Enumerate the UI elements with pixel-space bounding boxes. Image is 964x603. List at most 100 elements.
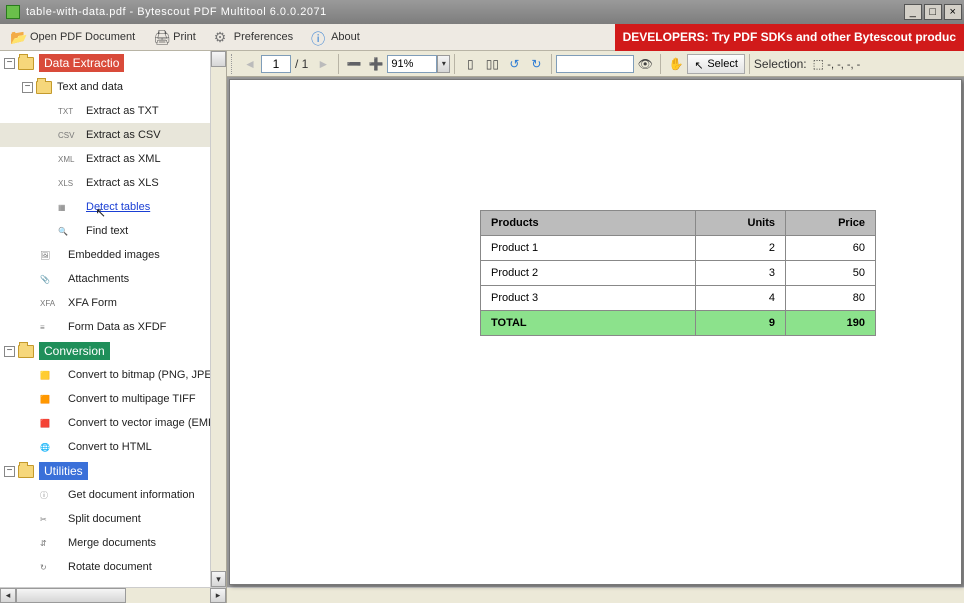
tree-find-text[interactable]: 🔍 Find text: [0, 219, 226, 243]
zoom-input[interactable]: 91%: [387, 55, 437, 73]
info-icon: ⓘ: [40, 489, 62, 502]
prev-page-button[interactable]: ◄: [239, 53, 261, 75]
folder-icon: [18, 345, 34, 358]
tree-conv-html[interactable]: 🌐 Convert to HTML: [0, 435, 226, 459]
xfdf-icon: ≡: [40, 321, 62, 334]
bitmap-icon: 🟨: [40, 369, 62, 382]
tree-extract-csv[interactable]: CSVExtract as CSV: [0, 123, 226, 147]
folder-icon: [18, 57, 34, 70]
open-pdf-button[interactable]: Open PDF Document: [4, 27, 141, 47]
conversion-label: Conversion: [39, 342, 110, 360]
data-extraction-label: Data Extractio: [39, 54, 124, 72]
merge-label: Merge documents: [68, 537, 156, 549]
zoom-dropdown-button[interactable]: [437, 55, 450, 73]
tree-conv-bitmap[interactable]: 🟨 Convert to bitmap (PNG, JPEG,: [0, 363, 226, 387]
rotate-icon: ↻: [40, 561, 62, 574]
selection-label: Selection:: [754, 57, 807, 71]
merge-icon: ⇵: [40, 537, 62, 550]
prefs-label: Preferences: [234, 31, 293, 43]
viewer-toolbar: ◄ / 1 ► ➖ ➕ 91% ▯ ▯▯ ↺ ↻ 👁 ✋ ↖Select Sel…: [227, 51, 964, 77]
page-total-label: / 1: [295, 57, 308, 71]
table-icon: ▦: [58, 201, 80, 214]
zoom-in-button[interactable]: ➕: [365, 53, 387, 75]
tree-merge[interactable]: ⇵ Merge documents: [0, 531, 226, 555]
single-page-button[interactable]: ▯: [459, 53, 481, 75]
tree-extract-xls[interactable]: XLSExtract as XLS: [0, 171, 226, 195]
select-tool-button[interactable]: ↖Select: [687, 54, 745, 74]
collapse-icon[interactable]: [22, 82, 33, 93]
pdf-page[interactable]: ProductsUnitsPriceProduct 1260Product 23…: [229, 79, 962, 585]
tree-rotate[interactable]: ↻ Rotate document: [0, 555, 226, 579]
hand-tool-button[interactable]: ✋: [665, 53, 687, 75]
open-label: Open PDF Document: [30, 31, 135, 43]
conv-emf-label: Convert to vector image (EMF): [68, 417, 218, 429]
xls-icon: XLS: [58, 177, 80, 190]
developer-banner[interactable]: DEVELOPERS: Try PDF SDKs and other Bytes…: [615, 24, 964, 51]
grip-icon: [231, 54, 235, 74]
find-text-label: Find text: [86, 225, 128, 237]
main-toolbar: Open PDF Document Print Preferences Abou…: [0, 24, 964, 51]
tree-extract-xml[interactable]: XMLExtract as XML: [0, 147, 226, 171]
attachments-label: Attachments: [68, 273, 129, 285]
xfa-icon: XFA: [40, 297, 62, 310]
next-page-button[interactable]: ►: [312, 53, 334, 75]
search-input[interactable]: [556, 55, 634, 73]
tree-extract-txt[interactable]: TXTExtract as TXT: [0, 99, 226, 123]
txt-icon: TXT: [58, 105, 80, 118]
tree-conversion[interactable]: Conversion: [0, 339, 226, 363]
split-label: Split document: [68, 513, 141, 525]
select-label: Select: [707, 58, 738, 70]
page-number-input[interactable]: [261, 55, 291, 73]
images-icon: 🖼: [40, 249, 62, 262]
zoom-out-button[interactable]: ➖: [343, 53, 365, 75]
close-button[interactable]: ×: [944, 4, 962, 20]
sidebar-vscrollbar[interactable]: [210, 51, 226, 587]
tree-embedded-images[interactable]: 🖼 Embedded images: [0, 243, 226, 267]
minimize-button[interactable]: _: [904, 4, 922, 20]
conv-html-label: Convert to HTML: [68, 441, 152, 453]
tree-split[interactable]: ✂Split document: [0, 507, 226, 531]
tree-attachments[interactable]: 📎 Attachments: [0, 267, 226, 291]
about-button[interactable]: About: [305, 27, 366, 47]
about-label: About: [331, 31, 360, 43]
tree-detect-tables[interactable]: ▦Detect tables↖: [0, 195, 226, 219]
conv-bitmap-label: Convert to bitmap (PNG, JPEG,: [68, 369, 223, 381]
maximize-button[interactable]: □: [924, 4, 942, 20]
find-button[interactable]: 👁: [634, 53, 656, 75]
attachment-icon: 📎: [40, 273, 62, 286]
gear-icon: [214, 29, 230, 45]
open-icon: [10, 29, 26, 45]
two-page-button[interactable]: ▯▯: [481, 53, 503, 75]
window-titlebar: table-with-data.pdf - Bytescout PDF Mult…: [0, 0, 964, 24]
get-info-label: Get document information: [68, 489, 195, 501]
rotate-label: Rotate document: [68, 561, 152, 573]
embedded-images-label: Embedded images: [68, 249, 160, 261]
info-icon: [311, 29, 327, 45]
cursor-icon: ↖: [694, 59, 704, 69]
sidebar-hscrollbar[interactable]: [0, 587, 226, 603]
csv-icon: CSV: [58, 129, 80, 142]
tree-data-extraction[interactable]: Data Extractio: [0, 51, 226, 75]
tree-xfa-form[interactable]: XFAXFA Form: [0, 291, 226, 315]
collapse-icon[interactable]: [4, 346, 15, 357]
viewer-hscrollbar[interactable]: [227, 587, 964, 603]
print-button[interactable]: Print: [147, 27, 202, 47]
search-icon: 🔍: [58, 225, 80, 238]
folder-icon: [18, 465, 34, 478]
preferences-button[interactable]: Preferences: [208, 27, 299, 47]
emf-icon: 🟥: [40, 417, 62, 430]
tree-utilities[interactable]: Utilities: [0, 459, 226, 483]
detect-tables-label: Detect tables: [86, 201, 150, 213]
rotate-cw-button[interactable]: ↻: [525, 53, 547, 75]
rotate-ccw-button[interactable]: ↺: [503, 53, 525, 75]
collapse-icon[interactable]: [4, 466, 15, 477]
tree-get-info[interactable]: ⓘ Get document information: [0, 483, 226, 507]
collapse-icon[interactable]: [4, 58, 15, 69]
tree-text-and-data[interactable]: Text and data: [0, 75, 226, 99]
html-icon: 🌐: [40, 441, 62, 454]
tree-form-data-xfdf[interactable]: ≡ Form Data as XFDF: [0, 315, 226, 339]
tree-conv-emf[interactable]: 🟥 Convert to vector image (EMF): [0, 411, 226, 435]
tree-conv-tiff[interactable]: 🟧Convert to multipage TIFF: [0, 387, 226, 411]
form-data-xfdf-label: Form Data as XFDF: [68, 321, 166, 333]
selection-coords: ⬚ -, -, -, -: [813, 57, 861, 71]
